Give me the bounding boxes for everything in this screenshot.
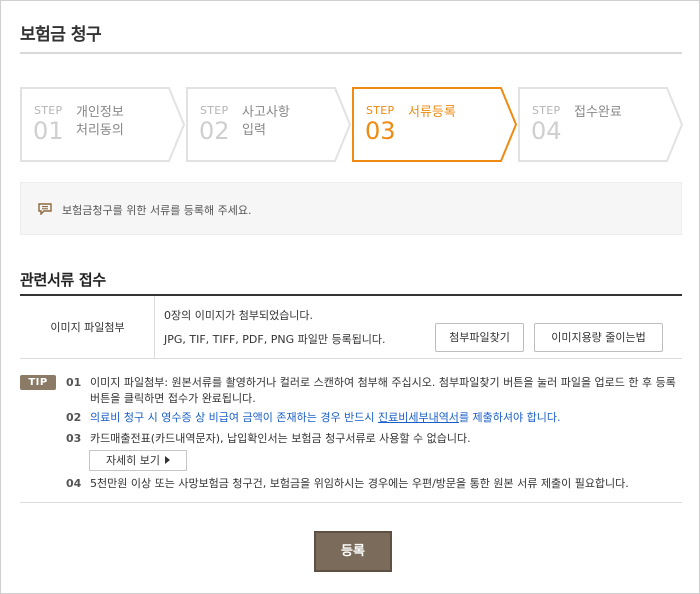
step-text: 사고사항 입력	[242, 105, 290, 138]
section-title: 관련서류 접수	[20, 271, 106, 289]
message-icon	[38, 203, 52, 215]
page-title: 보험금 청구	[20, 25, 102, 45]
tip-text-before: 의료비 청구 시 영수증 상 비급여 금액이 존재하는 경우 반드시	[90, 411, 378, 424]
notice-box: 보험금청구를 위한 서류를 등록해 주세요.	[20, 182, 682, 235]
bottom-divider	[20, 502, 682, 503]
attach-formats: JPG, TIF, TIFF, PDF, PNG 파일만 등록됩니다.	[164, 333, 386, 346]
step-number: 01	[33, 117, 64, 145]
reduce-image-size-button[interactable]: 이미지용량 줄이는법	[534, 323, 663, 352]
step-4: STEP 04 접수완료	[518, 87, 684, 162]
tip-badge: TIP	[20, 375, 56, 390]
title-divider	[20, 52, 682, 54]
step-number: 02	[199, 117, 230, 145]
step-text: 접수완료	[574, 105, 622, 120]
step-3-active: STEP 03 서류등록	[352, 87, 518, 162]
tip-number: 01	[66, 376, 82, 389]
step-number: 04	[531, 117, 562, 145]
step-label: STEP	[34, 104, 63, 117]
tip-number: 02	[66, 411, 82, 424]
attach-header: 이미지 파일첨부	[50, 321, 125, 334]
step-indicator: STEP 01 개인정보 처리동의 STEP 02 사고사항 입력 STEP 0…	[20, 87, 684, 162]
tip-text: 이미지 파일첨부: 원본서류를 촬영하거나 컬러로 스캔하여 첨부해 주십시오.…	[90, 376, 676, 405]
step-number: 03	[365, 117, 396, 145]
tip-number: 03	[66, 432, 82, 445]
tip-text-highlight: 의료비 청구 시 영수증 상 비급여 금액이 존재하는 경우 반드시 진료비세부…	[90, 410, 680, 426]
attach-status: 0장의 이미지가 첨부되었습니다.	[164, 309, 314, 322]
step-label: STEP	[200, 104, 229, 117]
medical-detail-link[interactable]: 진료비세부내역서	[378, 411, 459, 424]
caret-right-icon	[165, 456, 171, 464]
notice-text: 보험금청구를 위한 서류를 등록해 주세요.	[62, 204, 252, 217]
attach-row: 이미지 파일첨부 0장의 이미지가 첨부되었습니다. JPG, TIF, TIF…	[20, 296, 682, 359]
tip-text: 카드매출전표(카드내역문자), 납입확인서는 보험금 청구서류로 사용할 수 없…	[90, 432, 471, 445]
view-detail-button[interactable]: 자세히 보기	[89, 450, 187, 471]
tip-text-after: 를 제출하셔야 합니다.	[458, 411, 561, 424]
submit-button[interactable]: 등록	[314, 531, 392, 572]
step-label: STEP	[532, 104, 561, 117]
page-frame: 보험금 청구 STEP 01 개인정보 처리동의 STEP 02 사고사항 입력…	[0, 0, 700, 594]
tip-text: 5천만원 이상 또는 사망보험금 청구건, 보험금을 위임하시는 경우에는 우편…	[90, 477, 629, 490]
step-text: 서류등록	[408, 105, 456, 120]
step-text: 개인정보 처리동의	[76, 105, 124, 138]
find-file-button[interactable]: 첨부파일찾기	[435, 323, 524, 352]
view-detail-label: 자세히 보기	[105, 454, 161, 467]
step-1: STEP 01 개인정보 처리동의	[20, 87, 186, 162]
tip-number: 04	[66, 477, 82, 490]
step-2: STEP 02 사고사항 입력	[186, 87, 352, 162]
step-label: STEP	[366, 104, 395, 117]
attach-header-cell: 이미지 파일첨부	[20, 296, 155, 358]
